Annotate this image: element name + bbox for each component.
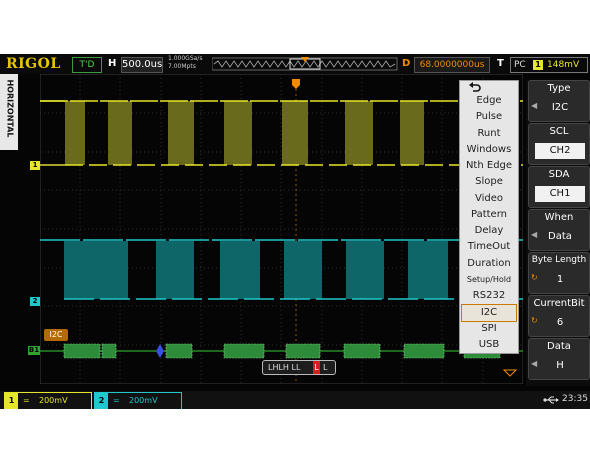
softkey-type[interactable]: Type ◀ I2C bbox=[528, 80, 590, 122]
menu-item-rs232[interactable]: RS232 bbox=[460, 288, 518, 304]
trigger-type-menu: Edge Pulse Runt Windows Nth Edge Slope V… bbox=[459, 80, 519, 354]
waveform-grid bbox=[40, 74, 523, 384]
trigger-data-pattern: LHLH LL L L bbox=[262, 360, 336, 375]
horizontal-label: H bbox=[108, 58, 117, 69]
ch1-status[interactable]: 1 = 200mV bbox=[4, 392, 92, 409]
bus-type-tag: I2C bbox=[44, 329, 68, 341]
clock: 23:35 bbox=[562, 394, 588, 404]
horizontal-menu-tab[interactable]: HORIZONTAL bbox=[0, 74, 18, 150]
memory-overview[interactable] bbox=[212, 57, 398, 71]
softkey-sda[interactable]: SDA CH1 bbox=[528, 166, 590, 208]
undo-arrow-icon[interactable] bbox=[468, 81, 482, 93]
softkey-data[interactable]: Data ◀ H bbox=[528, 338, 590, 380]
trigger-level: 148mV bbox=[547, 60, 580, 70]
softkey-when[interactable]: When ◀ Data bbox=[528, 209, 590, 251]
menu-item-setup-hold[interactable]: Setup/Hold bbox=[460, 272, 518, 288]
delay-label: D bbox=[402, 58, 411, 69]
trigger-status[interactable]: PC 1 148mV bbox=[510, 57, 588, 73]
trigger-type: PC bbox=[514, 60, 526, 70]
ch1-level-marker[interactable]: 1 bbox=[30, 161, 40, 170]
current-bit-highlight: L bbox=[313, 361, 320, 374]
softkey-byte-length[interactable]: Byte Length ↻ 1 bbox=[528, 252, 590, 294]
run-state-badge[interactable]: T'D bbox=[72, 57, 102, 73]
menu-item-slope[interactable]: Slope bbox=[460, 174, 518, 190]
menu-item-duration[interactable]: Duration bbox=[460, 256, 518, 272]
delay-value[interactable]: 68.0000000us bbox=[414, 57, 490, 73]
timebase-value[interactable]: 500.0us bbox=[121, 57, 163, 73]
menu-item-i2c[interactable]: I2C bbox=[461, 304, 517, 322]
menu-item-spi[interactable]: SPI bbox=[460, 321, 518, 337]
menu-item-windows[interactable]: Windows bbox=[460, 142, 518, 158]
menu-item-runt[interactable]: Runt bbox=[460, 126, 518, 142]
menu-item-pattern[interactable]: Pattern bbox=[460, 207, 518, 223]
menu-item-delay[interactable]: Delay bbox=[460, 223, 518, 239]
trigger-label: T bbox=[497, 58, 504, 69]
menu-item-pulse[interactable]: Pulse bbox=[460, 109, 518, 125]
softkey-scl[interactable]: SCL CH2 bbox=[528, 123, 590, 165]
oscilloscope-screen: RIGOL T'D H 500.0us 1.000GSa/s 7.00Mpts … bbox=[0, 54, 590, 409]
channel-status-bar: 1 = 200mV 2 = 200mV 23:35 bbox=[0, 391, 590, 409]
ch2-status[interactable]: 2 = 200mV bbox=[94, 392, 182, 409]
sample-rate: 1.000GSa/s bbox=[168, 55, 203, 62]
softkey-current-bit[interactable]: CurrentBit ↻ 6 bbox=[528, 295, 590, 337]
usb-icon bbox=[543, 396, 559, 404]
menu-item-usb[interactable]: USB bbox=[460, 337, 518, 353]
menu-item-video[interactable]: Video bbox=[460, 191, 518, 207]
menu-item-timeout[interactable]: TimeOut bbox=[460, 239, 518, 255]
softkey-panel: Type ◀ I2C SCL CH2 SDA CH1 When ◀ Data B… bbox=[526, 80, 590, 386]
status-bar: RIGOL T'D H 500.0us 1.000GSa/s 7.00Mpts … bbox=[0, 54, 590, 74]
bus-marker[interactable]: B1 bbox=[28, 346, 40, 355]
ch2-level-marker[interactable]: 2 bbox=[30, 297, 40, 306]
trigger-source-badge: 1 bbox=[533, 60, 543, 70]
menu-item-edge[interactable]: Edge bbox=[460, 93, 518, 109]
menu-item-nth-edge[interactable]: Nth Edge bbox=[460, 158, 518, 174]
memory-depth: 7.00Mpts bbox=[168, 63, 196, 70]
